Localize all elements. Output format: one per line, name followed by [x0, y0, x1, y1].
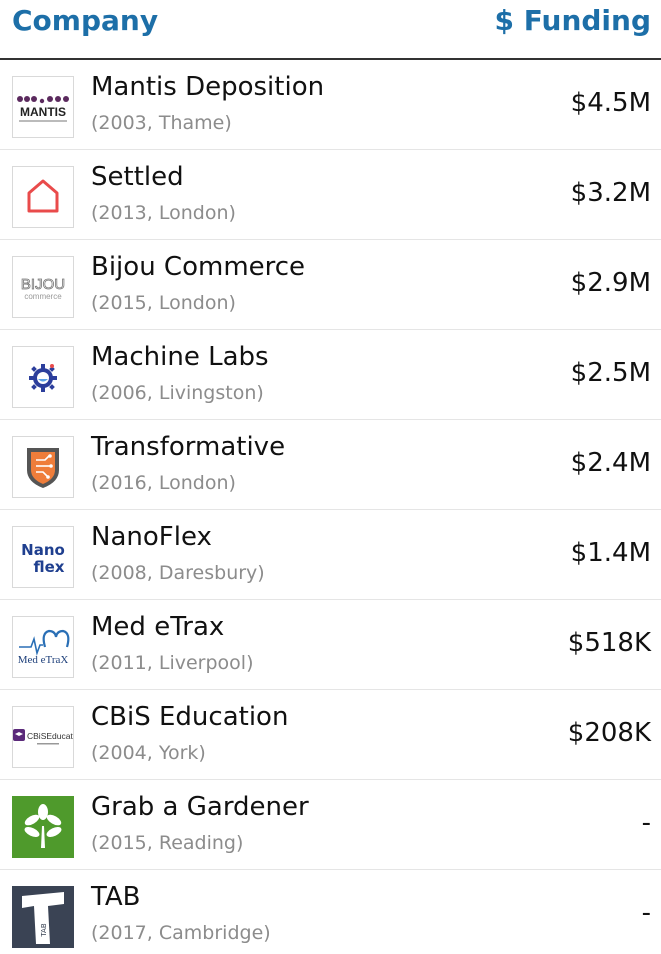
med-etrax-logo-text: Med eTraX: [18, 654, 69, 666]
company-name[interactable]: Settled: [91, 162, 184, 192]
company-city: Cambridge: [158, 922, 264, 944]
heartbeat-logo-icon: Med eTraX: [12, 616, 74, 678]
founded-year: 2013: [98, 202, 147, 224]
company-name[interactable]: Machine Labs: [91, 342, 269, 372]
bijou-wordmark-logo-icon: BIJOU commerce: [12, 256, 74, 318]
company-meta: (2011, Liverpool): [91, 652, 254, 674]
company-city: Livingston: [158, 382, 257, 404]
company-meta: (2008, Daresbury): [91, 562, 265, 584]
tree-logo-icon: [12, 796, 74, 858]
funding-amount: $2.5M: [570, 358, 651, 388]
bijou-logo-text: BIJOU: [21, 276, 65, 293]
tab-logo-text: TAB: [40, 923, 48, 938]
nanoflex-wordmark-logo-icon: Nano flex: [12, 526, 74, 588]
company-meta: (2013, London): [91, 202, 236, 224]
mantis-logo-text: MANTIS: [20, 105, 66, 119]
gear-flask-logo-icon: [12, 346, 74, 408]
nanoflex-logo-subtext: flex: [34, 558, 65, 576]
company-name[interactable]: TAB: [91, 882, 141, 912]
founded-year: 2016: [98, 472, 147, 494]
company-city: Reading: [158, 832, 236, 854]
company-meta: (2016, London): [91, 472, 236, 494]
company-name[interactable]: Transformative: [91, 432, 285, 462]
company-meta: (2017, Cambridge): [91, 922, 271, 944]
founded-year: 2017: [98, 922, 147, 944]
company-name[interactable]: Mantis Deposition: [91, 72, 324, 102]
list-item[interactable]: BIJOU commerce Bijou Commerce (2015, Lon…: [0, 240, 661, 330]
company-name[interactable]: Bijou Commerce: [91, 252, 305, 282]
mantis-logo-icon: MANTIS: [12, 76, 74, 138]
bijou-logo-subtext: commerce: [24, 292, 62, 301]
founded-year: 2011: [98, 652, 147, 674]
company-city: London: [158, 292, 229, 314]
company-name[interactable]: Med eTrax: [91, 612, 224, 642]
company-city: York: [158, 742, 199, 764]
nanoflex-logo-text: Nano: [21, 541, 65, 559]
funding-amount: $518K: [567, 628, 651, 658]
house-outline-logo-icon: [12, 166, 74, 228]
founded-year: 2008: [98, 562, 147, 584]
company-name[interactable]: CBiS Education: [91, 702, 288, 732]
cbis-logo-text: CBiSEducation: [27, 731, 73, 741]
list-item[interactable]: Nano flex NanoFlex (2008, Daresbury) $1.…: [0, 510, 661, 600]
list-item[interactable]: Grab a Gardener (2015, Reading) -: [0, 780, 661, 870]
tab-block-logo-icon: TAB: [12, 886, 74, 948]
founded-year: 2004: [98, 742, 147, 764]
company-name[interactable]: NanoFlex: [91, 522, 212, 552]
funding-amount: $3.2M: [570, 178, 651, 208]
funding-amount: -: [641, 808, 651, 838]
company-city: Liverpool: [158, 652, 247, 674]
funding-amount: $1.4M: [570, 538, 651, 568]
company-meta: (2015, Reading): [91, 832, 244, 854]
list-item[interactable]: CBiSEducation CBiS Education (2004, York…: [0, 690, 661, 780]
company-meta: (2015, London): [91, 292, 236, 314]
funding-amount: $2.9M: [570, 268, 651, 298]
list-item[interactable]: Med eTraX Med eTrax (2011, Liverpool) $5…: [0, 600, 661, 690]
list-item[interactable]: Transformative (2016, London) $2.4M: [0, 420, 661, 510]
list-item[interactable]: Settled (2013, London) $3.2M: [0, 150, 661, 240]
shield-circuit-logo-icon: [12, 436, 74, 498]
founded-year: 2003: [98, 112, 147, 134]
list-item[interactable]: Machine Labs (2006, Livingston) $2.5M: [0, 330, 661, 420]
company-meta: (2006, Livingston): [91, 382, 264, 404]
company-meta: (2004, York): [91, 742, 206, 764]
company-city: Thame: [158, 112, 225, 134]
list-item[interactable]: TAB TAB (2017, Cambridge) -: [0, 870, 661, 954]
founded-year: 2015: [98, 832, 147, 854]
table-header: Company $ Funding: [0, 0, 661, 60]
funding-amount: $4.5M: [570, 88, 651, 118]
founded-year: 2006: [98, 382, 147, 404]
company-name[interactable]: Grab a Gardener: [91, 792, 309, 822]
graduation-cap-logo-icon: CBiSEducation: [12, 706, 74, 768]
funding-amount: -: [641, 898, 651, 928]
company-meta: (2003, Thame): [91, 112, 232, 134]
founded-year: 2015: [98, 292, 147, 314]
company-city: London: [158, 202, 229, 224]
list-item[interactable]: MANTIS Mantis Deposition (2003, Thame) $…: [0, 60, 661, 150]
funding-amount: $2.4M: [570, 448, 651, 478]
company-city: Daresbury: [158, 562, 258, 584]
company-column-header: Company: [12, 4, 159, 37]
company-list: MANTIS Mantis Deposition (2003, Thame) $…: [0, 60, 661, 954]
funding-column-header: $ Funding: [494, 4, 651, 37]
company-city: London: [158, 472, 229, 494]
funding-amount: $208K: [567, 718, 651, 748]
